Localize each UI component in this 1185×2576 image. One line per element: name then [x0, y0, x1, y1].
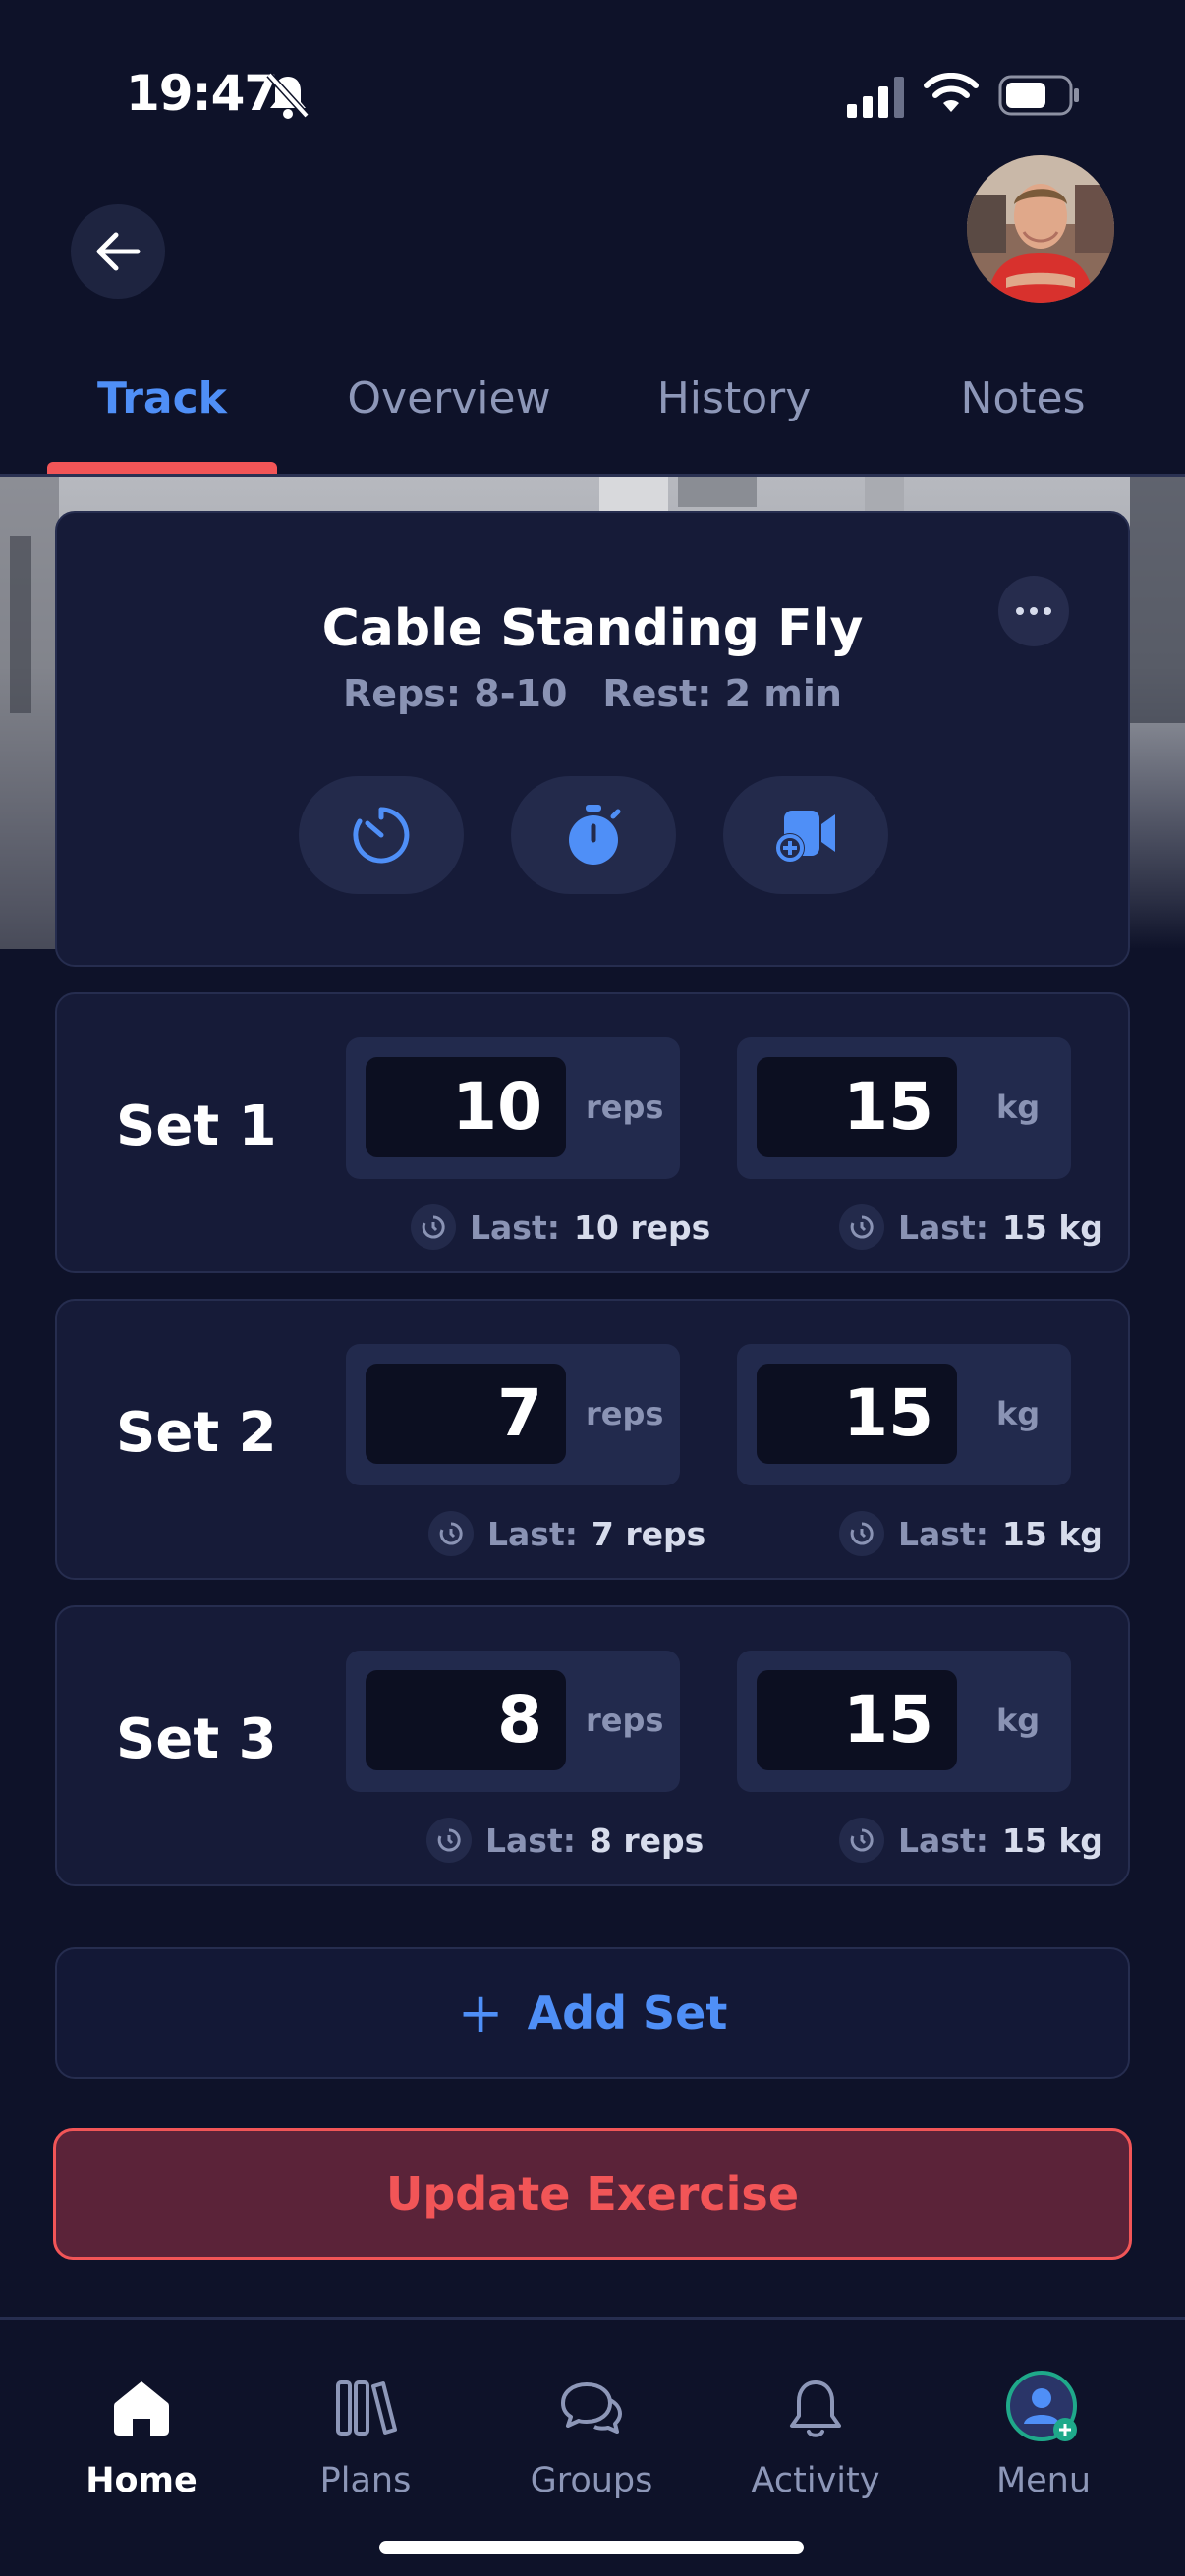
update-exercise-button[interactable]: Update Exercise: [53, 2128, 1132, 2260]
tab-history[interactable]: History: [619, 373, 849, 423]
menu-avatar-icon: [1006, 2371, 1077, 2441]
reps-unit: reps: [586, 1089, 664, 1126]
last-weight: Last: 15 kg: [839, 1204, 1103, 1250]
status-time: 19:47: [126, 65, 278, 122]
weight-field: 15 kg: [737, 1344, 1071, 1485]
plus-icon: +: [457, 1981, 504, 2045]
battery-icon: [998, 75, 1079, 116]
set-row: Set 3 8 reps 15 kg Last: 8 reps Last: 15 k…: [55, 1605, 1130, 1886]
history-clock-icon: [839, 1204, 884, 1250]
nav-groups[interactable]: Groups: [493, 2369, 690, 2500]
exercise-targets: Reps: 8-10 Rest: 2 min: [57, 672, 1128, 715]
add-set-button[interactable]: + Add Set: [55, 1947, 1130, 2079]
last-reps: Last: 7 reps: [428, 1511, 705, 1556]
reps-field: 7 reps: [346, 1344, 680, 1485]
exercise-title: Cable Standing Fly: [321, 599, 864, 658]
nav-menu[interactable]: Menu: [945, 2369, 1142, 2500]
bell-icon: [790, 2380, 841, 2437]
weight-input[interactable]: 15: [757, 1364, 957, 1464]
bell-off-icon: [266, 72, 310, 119]
last-reps: Last: 10 reps: [411, 1204, 710, 1250]
bottom-navigation: Home Plans Groups Activity Menu: [0, 2320, 1185, 2576]
user-avatar[interactable]: [967, 155, 1114, 303]
rest-timer-button[interactable]: [299, 776, 464, 894]
last-weight: Last: 15 kg: [839, 1818, 1103, 1863]
groups-icon: [561, 2382, 622, 2434]
last-reps: Last: 8 reps: [426, 1818, 704, 1863]
reps-input[interactable]: 8: [366, 1670, 566, 1770]
weight-unit: kg: [996, 1702, 1041, 1739]
arrow-left-icon: [96, 232, 141, 271]
set-label: Set 3: [116, 1708, 277, 1771]
tab-overview[interactable]: Overview: [334, 373, 564, 423]
add-set-label: Add Set: [527, 1987, 728, 2040]
avatar-photo: [967, 155, 1114, 303]
add-video-icon: [775, 811, 835, 863]
active-tab-indicator: [47, 462, 277, 474]
weight-field: 15 kg: [737, 1651, 1071, 1792]
history-clock-icon: [426, 1818, 472, 1863]
reps-field: 8 reps: [346, 1651, 680, 1792]
timer-icon: [353, 807, 410, 864]
set-row: Set 1 10 reps 15 kg Last: 10 reps Last: 15…: [55, 992, 1130, 1273]
stopwatch-button[interactable]: [511, 776, 676, 894]
nav-plans[interactable]: Plans: [267, 2369, 464, 2500]
history-clock-icon: [839, 1511, 884, 1556]
rest-target: Rest: 2 min: [602, 672, 842, 715]
wifi-icon: [924, 73, 979, 112]
more-options-button[interactable]: [998, 576, 1069, 646]
reps-input[interactable]: 10: [366, 1057, 566, 1157]
weight-input[interactable]: 15: [757, 1057, 957, 1157]
cellular-signal-icon: [847, 77, 904, 118]
more-dots-icon: [1016, 607, 1051, 615]
set-label: Set 2: [116, 1401, 277, 1465]
weight-input[interactable]: 15: [757, 1670, 957, 1770]
history-clock-icon: [411, 1204, 456, 1250]
weight-unit: kg: [996, 1395, 1041, 1432]
reps-unit: reps: [586, 1395, 664, 1432]
reps-unit: reps: [586, 1702, 664, 1739]
weight-unit: kg: [996, 1089, 1041, 1126]
nav-activity[interactable]: Activity: [717, 2369, 914, 2500]
add-video-button[interactable]: [723, 776, 888, 894]
home-indicator: [379, 2541, 804, 2554]
last-weight: Last: 15 kg: [839, 1511, 1103, 1556]
history-clock-icon: [428, 1511, 474, 1556]
reps-input[interactable]: 7: [366, 1364, 566, 1464]
history-clock-icon: [839, 1818, 884, 1863]
home-icon: [114, 2381, 169, 2436]
stopwatch-icon: [569, 805, 621, 865]
weight-field: 15 kg: [737, 1037, 1071, 1179]
exercise-card: Cable Standing Fly Reps: 8-10 Rest: 2 min: [55, 511, 1130, 967]
tab-track[interactable]: Track: [47, 373, 277, 423]
reps-target: Reps: 8-10: [343, 672, 568, 715]
reps-field: 10 reps: [346, 1037, 680, 1179]
set-row: Set 2 7 reps 15 kg Last: 7 reps Last: 15 k…: [55, 1299, 1130, 1580]
back-button[interactable]: [71, 204, 165, 299]
set-label: Set 1: [116, 1094, 277, 1158]
nav-home[interactable]: Home: [43, 2369, 240, 2500]
tab-notes[interactable]: Notes: [908, 373, 1138, 423]
tab-bar: Track Overview History Notes: [0, 364, 1185, 472]
plans-icon: [336, 2380, 397, 2436]
